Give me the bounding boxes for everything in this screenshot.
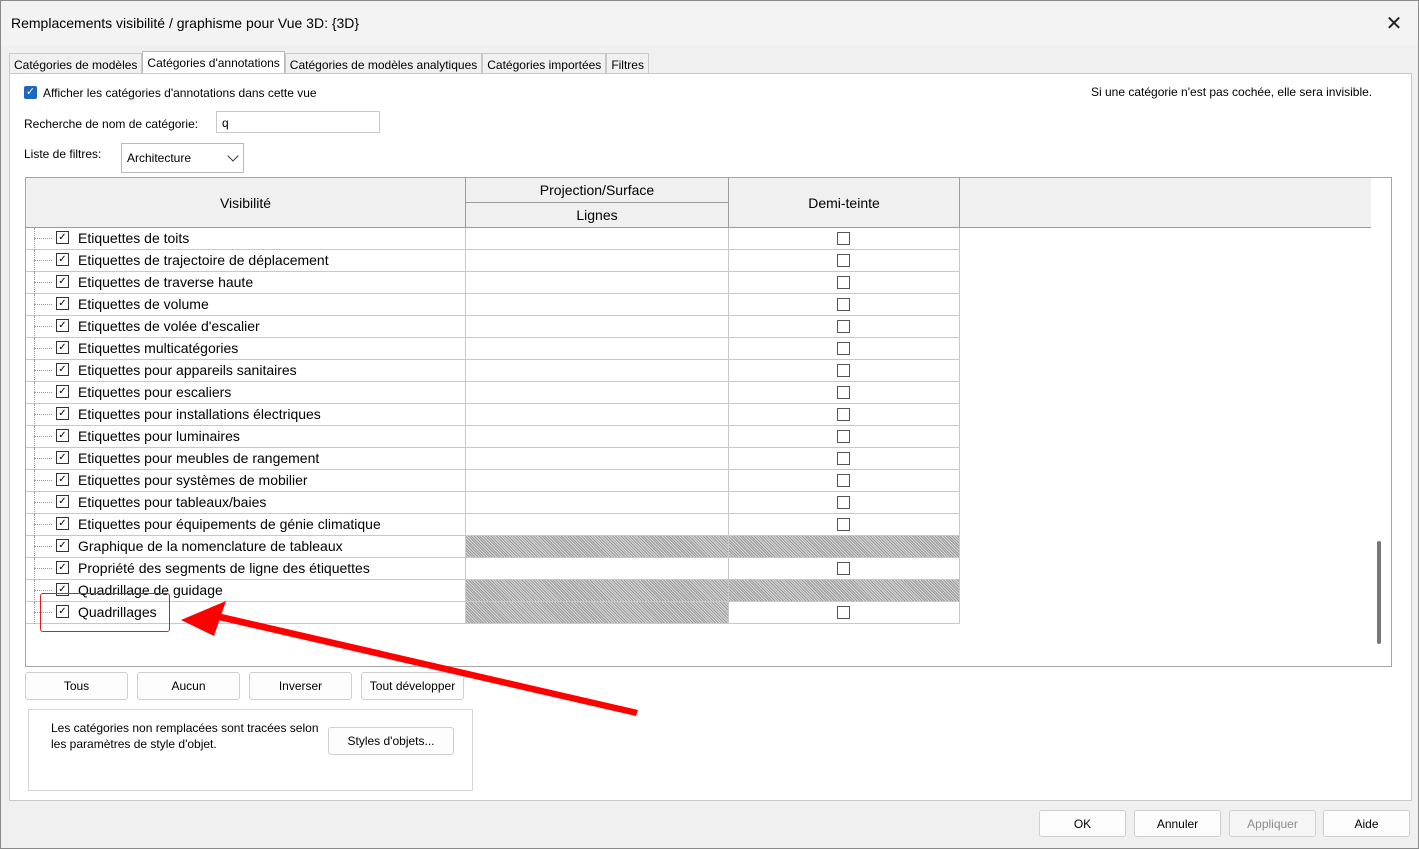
annotation-arrow-shaft xyxy=(205,611,638,716)
annotation-arrow xyxy=(181,601,638,716)
annotation-arrow-head xyxy=(181,601,226,636)
